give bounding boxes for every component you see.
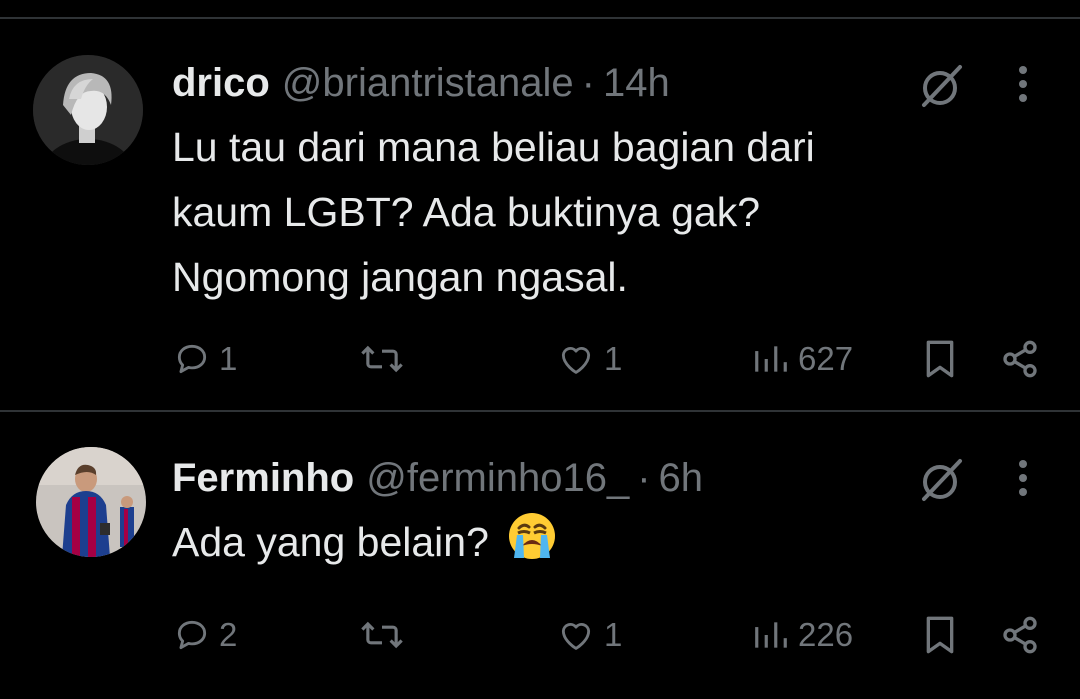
retweet-icon [361, 621, 403, 649]
share-icon [1003, 616, 1037, 654]
views-icon [755, 346, 787, 372]
views-button[interactable]: 226 [752, 613, 853, 657]
timestamp[interactable]: 6h [659, 454, 704, 502]
like-icon [561, 623, 591, 650]
share-button[interactable] [1000, 337, 1040, 381]
views-icon [755, 622, 787, 648]
reply-icon [177, 620, 207, 650]
grok-icon[interactable] [918, 62, 966, 110]
reply-icon [177, 344, 207, 374]
like-count: 1 [604, 340, 623, 377]
tweet-text-line: Ada yang belain? [172, 519, 489, 565]
bookmark-button[interactable] [922, 337, 958, 381]
retweet-icon [361, 345, 403, 373]
like-button[interactable]: 1 [556, 337, 622, 381]
reply-button[interactable]: 2 [173, 613, 237, 657]
tweet-text: Lu tau dari mana beliau bagian dari kaum… [172, 115, 992, 310]
author-name[interactable]: Ferminho [172, 454, 354, 502]
share-button[interactable] [1000, 613, 1040, 657]
reply-count: 1 [219, 340, 238, 377]
author-handle[interactable]: @ferminho16_ [366, 454, 629, 502]
bookmark-icon [926, 340, 954, 378]
views-count: 226 [798, 616, 854, 653]
tweet-text: Ada yang belain? [172, 510, 992, 581]
avatar-drico[interactable] [33, 55, 143, 165]
reply-button[interactable]: 1 [173, 337, 237, 381]
tweet-header: drico @briantristanale · 14h [172, 59, 670, 107]
tweet-header: Ferminho @ferminho16_ · 6h [172, 454, 703, 502]
like-count: 1 [604, 616, 623, 653]
share-icon [1003, 340, 1037, 378]
retweet-button[interactable] [360, 613, 404, 657]
tweet-text-line: Ngomong jangan ngasal. [172, 254, 628, 300]
separator-dot: · [637, 456, 651, 500]
more-icon[interactable] [1017, 458, 1029, 498]
grok-icon[interactable] [918, 456, 966, 504]
bookmark-button[interactable] [922, 613, 958, 657]
views-count: 627 [798, 340, 854, 377]
like-icon [561, 347, 591, 374]
author-handle[interactable]: @briantristanale [282, 59, 574, 107]
tweet-2[interactable]: Ferminho @ferminho16_ · 6h Ada yang bela… [0, 412, 1080, 699]
avatar-ferminho[interactable] [36, 447, 146, 557]
reply-count: 2 [219, 616, 238, 653]
timestamp[interactable]: 14h [603, 59, 670, 107]
tweet-text-line: Lu tau dari mana beliau bagian dari [172, 124, 815, 170]
author-name[interactable]: drico [172, 59, 270, 107]
separator-dot: · [581, 61, 595, 105]
retweet-button[interactable] [360, 337, 404, 381]
bookmark-icon [926, 616, 954, 654]
tweet-text-line: kaum LGBT? Ada buktinya gak? [172, 189, 761, 235]
more-icon[interactable] [1017, 64, 1029, 104]
loudly-crying-face-emoji-icon [506, 510, 558, 581]
views-button[interactable]: 627 [752, 337, 853, 381]
like-button[interactable]: 1 [556, 613, 622, 657]
tweet-1[interactable]: drico @briantristanale · 14h Lu tau dari… [0, 0, 1080, 410]
